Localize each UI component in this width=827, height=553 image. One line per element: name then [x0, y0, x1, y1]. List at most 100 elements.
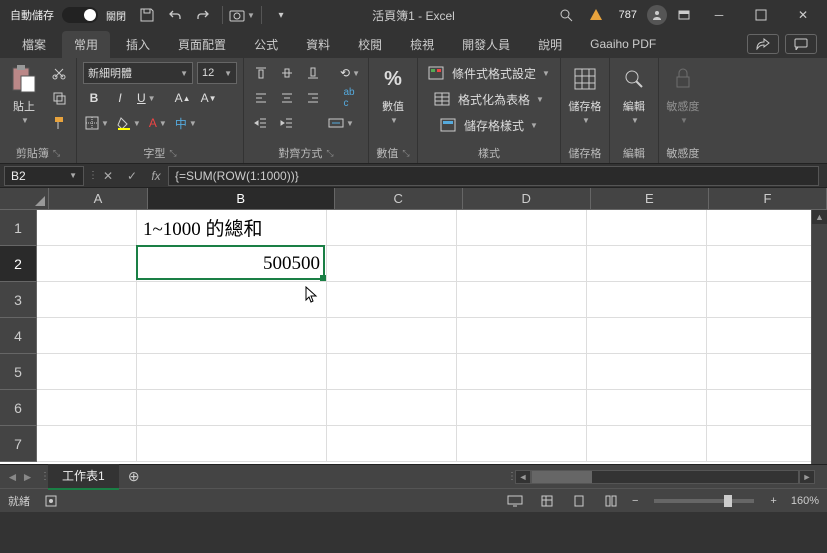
tab-developer[interactable]: 開發人員: [450, 31, 522, 58]
paste-button[interactable]: 貼上▼: [6, 62, 42, 125]
align-right-icon[interactable]: [302, 87, 324, 109]
cell-F6[interactable]: [707, 390, 827, 426]
vertical-scrollbar[interactable]: ▲: [811, 210, 827, 464]
cell-C4[interactable]: [327, 318, 457, 354]
cell-D6[interactable]: [457, 390, 587, 426]
col-header-D[interactable]: D: [463, 188, 591, 210]
cell-B1[interactable]: 1~1000 的總和: [137, 210, 327, 246]
tab-file[interactable]: 檔案: [10, 31, 58, 58]
cell-E4[interactable]: [587, 318, 707, 354]
comments-button[interactable]: [785, 34, 817, 54]
cell-A2[interactable]: [37, 246, 137, 282]
sheet-tab[interactable]: 工作表1: [48, 463, 119, 490]
cell-D4[interactable]: [457, 318, 587, 354]
bold-button[interactable]: B: [83, 87, 105, 109]
autosave-toggle[interactable]: [62, 7, 98, 23]
tab-view[interactable]: 檢視: [398, 31, 446, 58]
cell-C3[interactable]: [327, 282, 457, 318]
grip-icon[interactable]: ⋮: [88, 170, 96, 181]
page-break-view-icon[interactable]: [600, 492, 622, 510]
cell-A3[interactable]: [37, 282, 137, 318]
tab-help[interactable]: 說明: [526, 31, 574, 58]
borders-icon[interactable]: ▼: [83, 112, 111, 134]
row-header-3[interactable]: 3: [0, 282, 37, 318]
share-button[interactable]: [747, 34, 779, 54]
cell-A5[interactable]: [37, 354, 137, 390]
search-icon[interactable]: [553, 2, 579, 28]
zoom-out-button[interactable]: −: [632, 495, 638, 507]
cell-B3[interactable]: [137, 282, 327, 318]
cell-F1[interactable]: [707, 210, 827, 246]
cell-C7[interactable]: [327, 426, 457, 462]
conditional-formatting-button[interactable]: 條件式格式設定▼: [424, 62, 554, 84]
maximize-button[interactable]: [741, 0, 781, 30]
cell-B2[interactable]: 500500: [137, 246, 327, 282]
decrease-indent-icon[interactable]: [250, 112, 272, 134]
row-header-2[interactable]: 2: [0, 246, 37, 282]
phonetic-icon[interactable]: 中▼: [173, 112, 199, 134]
cell-D5[interactable]: [457, 354, 587, 390]
enter-entry-icon[interactable]: ✓: [120, 166, 144, 186]
col-header-E[interactable]: E: [591, 188, 709, 210]
align-top-icon[interactable]: [250, 62, 272, 84]
cell-D7[interactable]: [457, 426, 587, 462]
cut-icon[interactable]: [48, 62, 70, 84]
tab-formulas[interactable]: 公式: [242, 31, 290, 58]
cell-E7[interactable]: [587, 426, 707, 462]
cell-D3[interactable]: [457, 282, 587, 318]
cell-E3[interactable]: [587, 282, 707, 318]
row-header-5[interactable]: 5: [0, 354, 37, 390]
formula-bar[interactable]: {=SUM(ROW(1:1000))}: [168, 166, 819, 186]
sensitivity-button[interactable]: 敏感度▼: [665, 62, 701, 125]
cells-button[interactable]: 儲存格▼: [567, 62, 603, 125]
col-header-B[interactable]: B: [148, 188, 335, 210]
fill-color-icon[interactable]: ▼: [115, 112, 143, 134]
col-header-A[interactable]: A: [49, 188, 147, 210]
normal-view-icon[interactable]: [536, 492, 558, 510]
cell-C2[interactable]: [327, 246, 457, 282]
save-icon[interactable]: [134, 2, 160, 28]
cell-B7[interactable]: [137, 426, 327, 462]
row-header-4[interactable]: 4: [0, 318, 37, 354]
redo-icon[interactable]: [190, 2, 216, 28]
align-left-icon[interactable]: [250, 87, 272, 109]
select-all-corner[interactable]: [0, 188, 49, 210]
col-header-C[interactable]: C: [335, 188, 463, 210]
undo-icon[interactable]: [162, 2, 188, 28]
cell-F3[interactable]: [707, 282, 827, 318]
insert-function-icon[interactable]: fx: [144, 166, 168, 186]
row-header-6[interactable]: 6: [0, 390, 37, 426]
row-header-7[interactable]: 7: [0, 426, 37, 462]
tab-review[interactable]: 校閱: [346, 31, 394, 58]
font-name-combo[interactable]: 新細明體▼: [83, 62, 193, 84]
font-color-icon[interactable]: A▼: [147, 112, 169, 134]
format-as-table-button[interactable]: 格式化為表格▼: [424, 88, 554, 110]
cell-E5[interactable]: [587, 354, 707, 390]
cell-C1[interactable]: [327, 210, 457, 246]
underline-button[interactable]: U▼: [135, 87, 158, 109]
cell-C5[interactable]: [327, 354, 457, 390]
tab-gaaiho[interactable]: Gaaiho PDF: [578, 32, 668, 56]
row-header-1[interactable]: 1: [0, 210, 37, 246]
format-painter-icon[interactable]: [48, 112, 70, 134]
cell-C6[interactable]: [327, 390, 457, 426]
merge-center-icon[interactable]: ▼: [326, 112, 356, 134]
add-sheet-button[interactable]: ⊕: [119, 468, 149, 485]
tab-data[interactable]: 資料: [294, 31, 342, 58]
sheet-nav[interactable]: ◄ ►: [0, 470, 40, 484]
cell-F2[interactable]: [707, 246, 827, 282]
cell-E6[interactable]: [587, 390, 707, 426]
zoom-level[interactable]: 160%: [791, 495, 819, 507]
ribbon-display-icon[interactable]: [671, 2, 697, 28]
font-size-combo[interactable]: 12▼: [197, 62, 237, 84]
tab-home[interactable]: 常用: [62, 31, 110, 58]
editing-button[interactable]: 編輯▼: [616, 62, 652, 125]
tab-insert[interactable]: 插入: [114, 31, 162, 58]
copy-icon[interactable]: [48, 87, 70, 109]
cell-F7[interactable]: [707, 426, 827, 462]
cell-D2[interactable]: [457, 246, 587, 282]
align-bottom-icon[interactable]: [302, 62, 324, 84]
cell-B6[interactable]: [137, 390, 327, 426]
cell-E2[interactable]: [587, 246, 707, 282]
cell-A6[interactable]: [37, 390, 137, 426]
